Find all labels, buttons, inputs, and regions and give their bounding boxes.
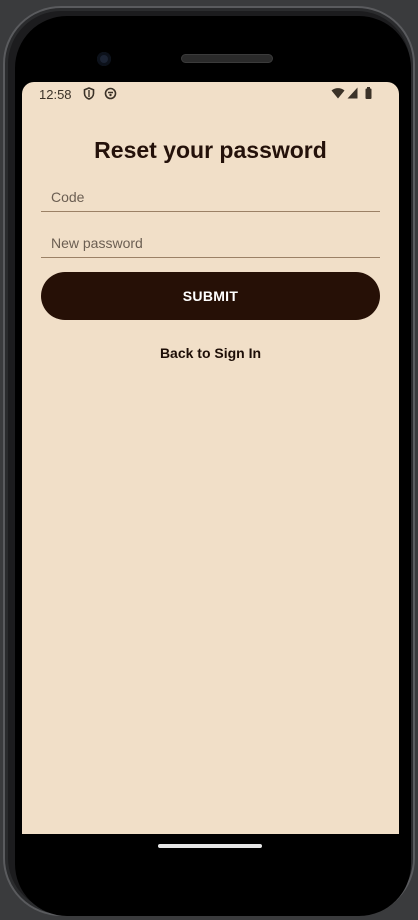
battery-icon: [365, 87, 372, 102]
page-title: Reset your password: [94, 137, 327, 163]
status-bar: 12:58: [22, 82, 399, 106]
code-input[interactable]: [41, 182, 380, 211]
shield-icon: [83, 87, 95, 103]
code-field[interactable]: [41, 182, 380, 212]
home-gesture-handle[interactable]: [158, 844, 262, 848]
signal-icon: [347, 87, 358, 102]
status-time: 12:58: [39, 87, 72, 102]
submit-button[interactable]: SUBMIT: [41, 272, 380, 320]
app-screen: 12:58 Reset your password Code SUBMIT Ba…: [22, 82, 399, 834]
back-to-sign-in-link[interactable]: Back to Sign In: [22, 345, 399, 361]
earpiece-speaker: [181, 54, 273, 63]
wifi-icon: [331, 87, 345, 102]
sync-icon: [104, 87, 117, 103]
front-camera: [97, 52, 111, 66]
new-password-input[interactable]: [41, 228, 380, 257]
navigation-bar: [22, 834, 399, 874]
new-password-field[interactable]: [41, 228, 380, 258]
